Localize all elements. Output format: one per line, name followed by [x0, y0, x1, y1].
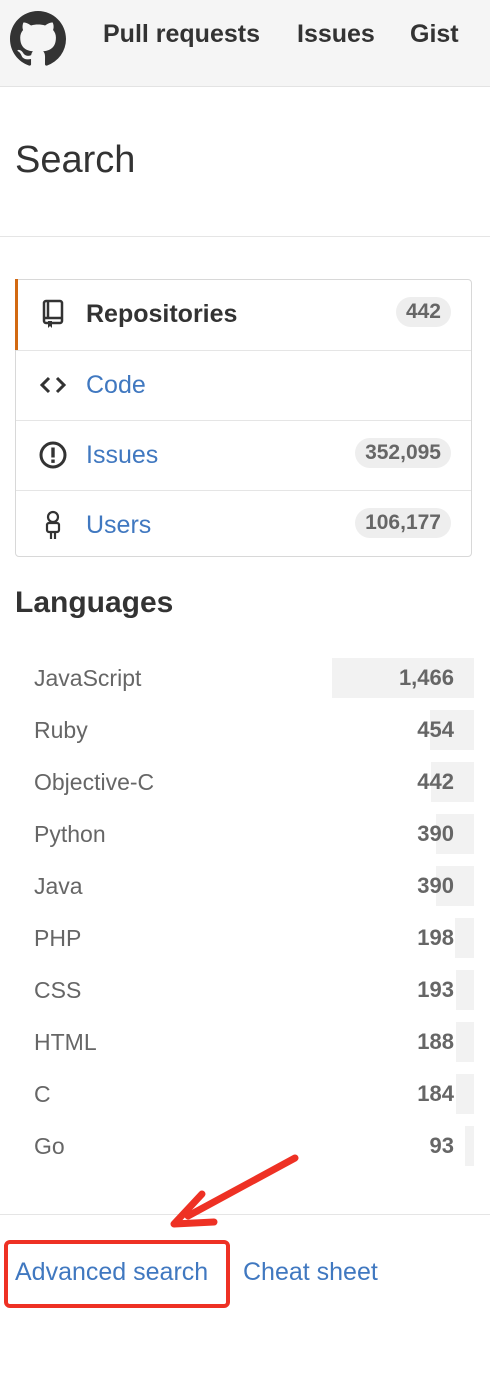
- language-count: 198: [417, 925, 454, 950]
- language-filter-item[interactable]: JavaScript 1,466: [34, 658, 474, 698]
- repo-icon: [42, 299, 64, 328]
- repositories-count-badge: 442: [395, 297, 451, 327]
- language-count: 193: [417, 977, 454, 1002]
- language-count: 184: [417, 1081, 454, 1106]
- language-name: Java: [34, 873, 83, 899]
- language-name: HTML: [34, 1029, 97, 1055]
- top-header: Pull requests Issues Gist: [0, 0, 490, 87]
- language-name: Go: [34, 1133, 65, 1159]
- menu-label-issues: Issues: [86, 441, 159, 469]
- nav-pull-requests[interactable]: Pull requests: [103, 20, 260, 49]
- language-name: Python: [34, 821, 106, 847]
- language-count: 390: [417, 873, 454, 898]
- menu-label-repositories: Repositories: [86, 300, 238, 328]
- language-filter-item[interactable]: Java 390: [34, 866, 474, 906]
- language-name: C: [34, 1081, 51, 1107]
- language-count: 390: [417, 821, 454, 846]
- language-name: Objective-C: [34, 769, 155, 795]
- language-filter-item[interactable]: PHP 198: [34, 918, 474, 958]
- issues-count-badge: 352,095: [355, 438, 451, 468]
- language-filter-item[interactable]: CSS 193: [34, 970, 474, 1010]
- language-filter-item[interactable]: Python 390: [34, 814, 474, 854]
- menu-item-code[interactable]: Code: [16, 350, 471, 421]
- code-icon: [39, 376, 67, 394]
- menu-label-users: Users: [86, 511, 152, 539]
- users-count-badge: 106,177: [355, 508, 451, 538]
- language-count: 1,466: [398, 665, 454, 690]
- page-title: Search: [15, 139, 136, 181]
- language-share-bar: [465, 1126, 474, 1166]
- language-count: 188: [417, 1029, 454, 1054]
- language-share-bar: [456, 1022, 474, 1062]
- title-divider: [0, 236, 490, 237]
- language-share-bar: [455, 918, 474, 958]
- language-filter-item[interactable]: Objective-C 442: [34, 762, 474, 802]
- nav-issues[interactable]: Issues: [297, 20, 375, 49]
- language-count: 442: [417, 769, 454, 794]
- language-share-bar: [456, 970, 474, 1010]
- language-count: 454: [417, 717, 454, 742]
- person-icon: [45, 510, 61, 539]
- red-arrow-icon: [170, 1154, 299, 1228]
- languages-heading: Languages: [15, 586, 174, 619]
- language-count: 93: [429, 1133, 454, 1158]
- language-name: Ruby: [34, 717, 88, 743]
- language-filter-item[interactable]: HTML 188: [34, 1022, 474, 1062]
- menu-item-users[interactable]: Users 106,177: [16, 490, 471, 561]
- language-filter-item[interactable]: C 184: [34, 1074, 474, 1114]
- language-share-bar: [456, 1074, 474, 1114]
- annotation-highlight-box: [4, 1240, 230, 1308]
- language-name: JavaScript: [34, 665, 142, 691]
- cheat-sheet-link[interactable]: Cheat sheet: [243, 1258, 378, 1287]
- search-type-menu: Repositories 442 Code Issues 352,095 Use…: [15, 279, 472, 557]
- language-name: CSS: [34, 977, 82, 1003]
- github-octocat-icon[interactable]: [10, 11, 66, 67]
- language-filter-item[interactable]: Ruby 454: [34, 710, 474, 750]
- menu-item-issues[interactable]: Issues 352,095: [16, 420, 471, 491]
- language-name: PHP: [34, 925, 82, 951]
- menu-label-code: Code: [86, 371, 146, 399]
- nav-gist[interactable]: Gist: [410, 20, 459, 49]
- menu-item-repositories[interactable]: Repositories 442: [15, 279, 471, 350]
- issue-icon: [39, 441, 67, 469]
